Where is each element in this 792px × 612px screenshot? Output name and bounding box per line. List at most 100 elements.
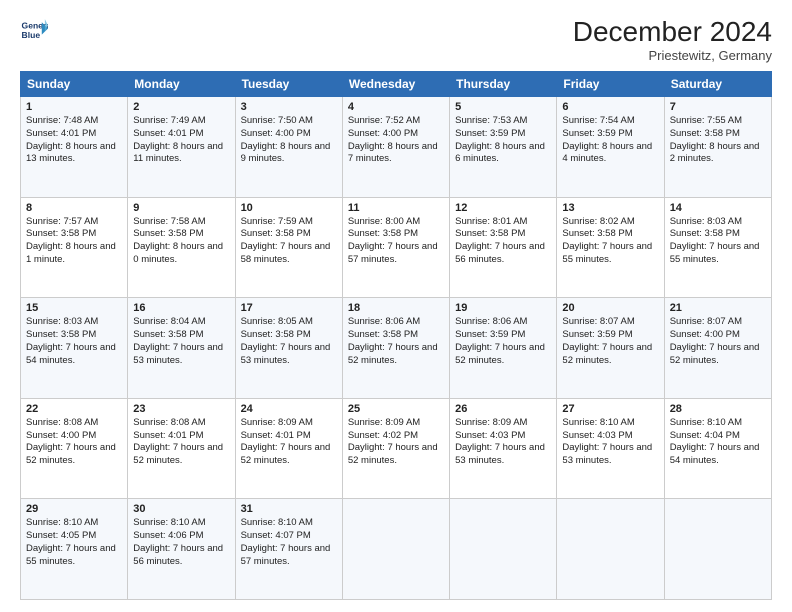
cell-content: Sunrise: 8:08 AMSunset: 4:00 PMDaylight:… [26, 417, 116, 466]
cell-content: Sunrise: 8:03 AMSunset: 3:58 PMDaylight:… [670, 216, 760, 265]
day-number: 26 [455, 403, 551, 415]
col-friday: Friday [557, 72, 664, 97]
cell-content: Sunrise: 8:06 AMSunset: 3:58 PMDaylight:… [348, 316, 438, 365]
calendar-cell [664, 499, 771, 600]
calendar-cell: 1 Sunrise: 7:48 AMSunset: 4:01 PMDaylight… [21, 97, 128, 198]
cell-content: Sunrise: 7:48 AMSunset: 4:01 PMDaylight:… [26, 115, 116, 164]
col-tuesday: Tuesday [235, 72, 342, 97]
calendar-cell: 22Sunrise: 8:08 AMSunset: 4:00 PMDayligh… [21, 398, 128, 499]
calendar: Sunday Monday Tuesday Wednesday Thursday… [20, 71, 772, 600]
day-number: 18 [348, 302, 444, 314]
cell-content: Sunrise: 7:57 AMSunset: 3:58 PMDaylight:… [26, 216, 116, 265]
calendar-cell: 10 Sunrise: 7:59 AMSunset: 3:58 PMDayligh… [235, 197, 342, 298]
calendar-cell: 7Sunrise: 7:55 AMSunset: 3:58 PMDaylight… [664, 97, 771, 198]
cell-content: Sunrise: 8:09 AMSunset: 4:03 PMDaylight:… [455, 417, 545, 466]
cell-content: Sunrise: 7:59 AMSunset: 3:58 PMDaylight:… [241, 216, 331, 265]
calendar-cell: 28 Sunrise: 8:10 AMSunset: 4:04 PMDayligh… [664, 398, 771, 499]
day-number: 19 [455, 302, 551, 314]
cell-content: Sunrise: 8:09 AMSunset: 4:02 PMDaylight:… [348, 417, 438, 466]
calendar-cell: 20Sunrise: 8:07 AMSunset: 3:59 PMDayligh… [557, 298, 664, 399]
day-number: 28 [670, 403, 766, 415]
day-number: 2 [133, 101, 229, 113]
calendar-cell: 19Sunrise: 8:06 AMSunset: 3:59 PMDayligh… [450, 298, 557, 399]
day-number: 9 [133, 202, 229, 214]
day-number: 10 [241, 202, 337, 214]
cell-content: Sunrise: 8:10 AMSunset: 4:05 PMDaylight:… [26, 517, 116, 566]
calendar-cell [342, 499, 449, 600]
svg-text:Blue: Blue [22, 30, 41, 40]
day-number: 27 [562, 403, 658, 415]
logo: General Blue [20, 16, 48, 44]
day-number: 30 [133, 503, 229, 515]
cell-content: Sunrise: 8:05 AMSunset: 3:58 PMDaylight:… [241, 316, 331, 365]
calendar-cell: 15 Sunrise: 8:03 AMSunset: 3:58 PMDayligh… [21, 298, 128, 399]
day-number: 5 [455, 101, 551, 113]
calendar-cell: 18 Sunrise: 8:06 AMSunset: 3:58 PMDayligh… [342, 298, 449, 399]
calendar-cell: 14 Sunrise: 8:03 AMSunset: 3:58 PMDayligh… [664, 197, 771, 298]
logo-icon: General Blue [20, 16, 48, 44]
day-number: 31 [241, 503, 337, 515]
header: General Blue December 2024 Priestewitz, … [20, 16, 772, 63]
day-number: 21 [670, 302, 766, 314]
day-number: 13 [562, 202, 658, 214]
day-number: 14 [670, 202, 766, 214]
calendar-cell: 23Sunrise: 8:08 AMSunset: 4:01 PMDayligh… [128, 398, 235, 499]
calendar-cell: 26 Sunrise: 8:09 AMSunset: 4:03 PMDayligh… [450, 398, 557, 499]
day-number: 1 [26, 101, 122, 113]
cell-content: Sunrise: 7:53 AMSunset: 3:59 PMDaylight:… [455, 115, 545, 164]
cell-content: Sunrise: 8:03 AMSunset: 3:58 PMDaylight:… [26, 316, 116, 365]
week-row-5: 29Sunrise: 8:10 AMSunset: 4:05 PMDayligh… [21, 499, 772, 600]
day-number: 25 [348, 403, 444, 415]
calendar-cell: 11Sunrise: 8:00 AMSunset: 3:58 PMDayligh… [342, 197, 449, 298]
col-monday: Monday [128, 72, 235, 97]
calendar-table: Sunday Monday Tuesday Wednesday Thursday… [20, 71, 772, 600]
calendar-cell: 4Sunrise: 7:52 AMSunset: 4:00 PMDaylight… [342, 97, 449, 198]
cell-content: Sunrise: 8:07 AMSunset: 4:00 PMDaylight:… [670, 316, 760, 365]
day-number: 20 [562, 302, 658, 314]
page: General Blue December 2024 Priestewitz, … [0, 0, 792, 612]
day-number: 6 [562, 101, 658, 113]
calendar-cell [557, 499, 664, 600]
col-sunday: Sunday [21, 72, 128, 97]
cell-content: Sunrise: 8:10 AMSunset: 4:06 PMDaylight:… [133, 517, 223, 566]
cell-content: Sunrise: 8:09 AMSunset: 4:01 PMDaylight:… [241, 417, 331, 466]
cell-content: Sunrise: 7:58 AMSunset: 3:58 PMDaylight:… [133, 216, 223, 265]
calendar-cell: 5 Sunrise: 7:53 AMSunset: 3:59 PMDaylight… [450, 97, 557, 198]
week-row-2: 8 Sunrise: 7:57 AMSunset: 3:58 PMDaylight… [21, 197, 772, 298]
calendar-cell: 9 Sunrise: 7:58 AMSunset: 3:58 PMDaylight… [128, 197, 235, 298]
calendar-cell: 17Sunrise: 8:05 AMSunset: 3:58 PMDayligh… [235, 298, 342, 399]
cell-content: Sunrise: 8:08 AMSunset: 4:01 PMDaylight:… [133, 417, 223, 466]
cell-content: Sunrise: 8:04 AMSunset: 3:58 PMDaylight:… [133, 316, 223, 365]
calendar-cell: 24 Sunrise: 8:09 AMSunset: 4:01 PMDayligh… [235, 398, 342, 499]
calendar-cell: 3Sunrise: 7:50 AMSunset: 4:00 PMDaylight… [235, 97, 342, 198]
calendar-cell: 29Sunrise: 8:10 AMSunset: 4:05 PMDayligh… [21, 499, 128, 600]
calendar-cell [450, 499, 557, 600]
day-number: 15 [26, 302, 122, 314]
calendar-cell: 13Sunrise: 8:02 AMSunset: 3:58 PMDayligh… [557, 197, 664, 298]
cell-content: Sunrise: 8:01 AMSunset: 3:58 PMDaylight:… [455, 216, 545, 265]
col-thursday: Thursday [450, 72, 557, 97]
week-row-3: 15 Sunrise: 8:03 AMSunset: 3:58 PMDayligh… [21, 298, 772, 399]
title-block: December 2024 Priestewitz, Germany [573, 16, 772, 63]
cell-content: Sunrise: 7:49 AMSunset: 4:01 PMDaylight:… [133, 115, 223, 164]
day-number: 7 [670, 101, 766, 113]
day-number: 8 [26, 202, 122, 214]
calendar-cell: 25 Sunrise: 8:09 AMSunset: 4:02 PMDayligh… [342, 398, 449, 499]
day-number: 11 [348, 202, 444, 214]
cell-content: Sunrise: 7:54 AMSunset: 3:59 PMDaylight:… [562, 115, 652, 164]
calendar-cell: 31 Sunrise: 8:10 AMSunset: 4:07 PMDayligh… [235, 499, 342, 600]
calendar-cell: 6 Sunrise: 7:54 AMSunset: 3:59 PMDaylight… [557, 97, 664, 198]
calendar-cell: 16 Sunrise: 8:04 AMSunset: 3:58 PMDayligh… [128, 298, 235, 399]
cell-content: Sunrise: 8:10 AMSunset: 4:04 PMDaylight:… [670, 417, 760, 466]
week-row-4: 22Sunrise: 8:08 AMSunset: 4:00 PMDayligh… [21, 398, 772, 499]
day-number: 24 [241, 403, 337, 415]
day-number: 4 [348, 101, 444, 113]
day-number: 16 [133, 302, 229, 314]
week-row-1: 1 Sunrise: 7:48 AMSunset: 4:01 PMDaylight… [21, 97, 772, 198]
month-title: December 2024 [573, 16, 772, 48]
day-number: 3 [241, 101, 337, 113]
col-wednesday: Wednesday [342, 72, 449, 97]
cell-content: Sunrise: 8:10 AMSunset: 4:03 PMDaylight:… [562, 417, 652, 466]
cell-content: Sunrise: 8:10 AMSunset: 4:07 PMDaylight:… [241, 517, 331, 566]
calendar-cell: 21 Sunrise: 8:07 AMSunset: 4:00 PMDayligh… [664, 298, 771, 399]
